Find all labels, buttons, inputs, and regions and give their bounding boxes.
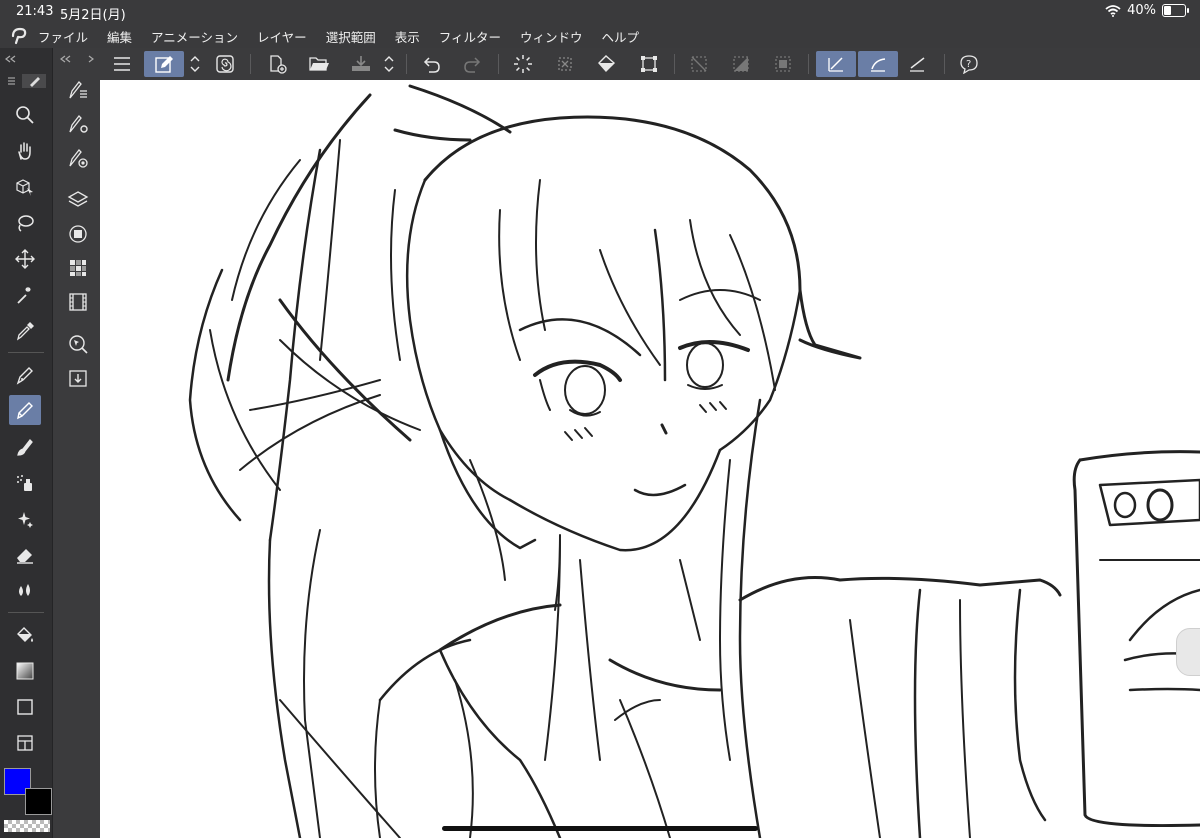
animation-cels-icon[interactable] xyxy=(63,288,93,316)
move-icon[interactable] xyxy=(9,244,41,274)
object-select-icon[interactable] xyxy=(9,172,41,202)
panel-expand-icon[interactable] xyxy=(59,54,95,64)
tool-property-icon[interactable] xyxy=(63,110,93,138)
material-icon[interactable] xyxy=(63,364,93,392)
app-logo-icon[interactable] xyxy=(0,24,38,48)
pencil-icon[interactable] xyxy=(9,395,41,425)
home-indicator xyxy=(442,826,758,831)
save-icon[interactable] xyxy=(346,51,376,77)
mode-stepper-icon[interactable] xyxy=(186,51,204,77)
toolbar-separator xyxy=(808,54,809,74)
redo-icon[interactable] xyxy=(458,51,488,77)
menu-edit[interactable]: 編集 xyxy=(107,27,132,46)
subtool-palette xyxy=(52,48,101,838)
wifi-icon xyxy=(1105,4,1121,17)
panel-collapse-icon[interactable] xyxy=(4,54,48,64)
help-icon[interactable]: ? xyxy=(954,51,984,77)
new-canvas-icon[interactable] xyxy=(262,51,292,77)
transform-icon[interactable] xyxy=(634,51,664,77)
menu-help[interactable]: ヘルプ xyxy=(602,27,640,46)
zoom-icon[interactable] xyxy=(9,100,41,130)
spiral-stabilizer-icon[interactable] xyxy=(210,51,240,77)
figure-icon[interactable] xyxy=(9,692,41,722)
snap-special-ruler-button[interactable] xyxy=(858,51,898,77)
status-date: 5月2日(月) xyxy=(60,8,126,23)
toolbar-separator xyxy=(674,54,675,74)
tool-tab-icon[interactable] xyxy=(6,74,46,88)
brush-size-icon[interactable] xyxy=(63,144,93,172)
menu-window[interactable]: ウィンドウ xyxy=(520,27,583,46)
menu-bar: ファイル 編集 アニメーション レイヤー 選択範囲 表示 フィルター ウィンドウ… xyxy=(0,24,1200,48)
airbrush-icon[interactable] xyxy=(9,468,41,498)
snap-grid-icon[interactable] xyxy=(902,51,932,77)
open-folder-icon[interactable] xyxy=(304,51,334,77)
menu-hamburger-icon[interactable] xyxy=(107,51,137,77)
blend-icon[interactable] xyxy=(9,576,41,606)
auto-select-icon[interactable] xyxy=(9,280,41,310)
battery-percent: 40% xyxy=(1127,3,1156,18)
tool-divider xyxy=(8,612,44,613)
menu-filter[interactable]: フィルター xyxy=(439,27,501,46)
toolbar-separator xyxy=(406,54,407,74)
fill-icon[interactable] xyxy=(9,620,41,650)
toolbar-separator xyxy=(250,54,251,74)
frame-icon[interactable] xyxy=(9,728,41,758)
command-bar: ? xyxy=(100,48,1200,80)
drawing-canvas[interactable] xyxy=(100,80,1200,838)
transparent-color-swatch[interactable] xyxy=(4,820,50,832)
eyedropper-icon[interactable] xyxy=(9,316,41,346)
tool-divider xyxy=(8,352,44,353)
brush-icon[interactable] xyxy=(9,432,41,462)
layer-property-icon[interactable] xyxy=(63,220,93,248)
edit-mode-button[interactable] xyxy=(144,51,184,77)
line-art-sketch xyxy=(188,84,1200,838)
layer-icon[interactable] xyxy=(63,186,93,214)
menu-file[interactable]: ファイル xyxy=(38,27,88,46)
snap-ruler-button[interactable] xyxy=(816,51,856,77)
selection-border-icon[interactable] xyxy=(768,51,798,77)
menu-view[interactable]: 表示 xyxy=(395,27,420,46)
gradient-icon[interactable] xyxy=(9,656,41,686)
toolbar-separator xyxy=(944,54,945,74)
pen-icon[interactable] xyxy=(9,360,41,390)
subtool-detail-icon[interactable] xyxy=(63,76,93,104)
fill-layer-icon[interactable] xyxy=(592,51,622,77)
lasso-select-icon[interactable] xyxy=(9,208,41,238)
decoration-icon[interactable] xyxy=(9,504,41,534)
menu-animation[interactable]: アニメーション xyxy=(151,27,238,46)
battery-icon xyxy=(1162,4,1189,17)
status-right: 40% xyxy=(1105,3,1189,18)
color-set-icon[interactable] xyxy=(63,254,93,282)
menu-layer[interactable]: レイヤー xyxy=(257,27,307,46)
hand-icon[interactable] xyxy=(9,136,41,166)
invert-selection-icon[interactable] xyxy=(726,51,756,77)
status-time: 21:43 xyxy=(16,4,54,19)
save-stepper-icon[interactable] xyxy=(380,51,398,77)
toolbar-separator xyxy=(498,54,499,74)
clear-layer-icon[interactable] xyxy=(508,51,538,77)
eraser-icon[interactable] xyxy=(9,540,41,570)
clear-outside-icon[interactable] xyxy=(550,51,580,77)
sub-color-swatch[interactable] xyxy=(25,788,52,815)
side-panel-handle[interactable] xyxy=(1176,628,1200,676)
undo-icon[interactable] xyxy=(416,51,446,77)
menu-selection[interactable]: 選択範囲 xyxy=(326,27,376,46)
svg-text:?: ? xyxy=(966,59,971,70)
status-bar: 21:43 5月2日(月) 40% xyxy=(0,0,1200,24)
tool-palette xyxy=(0,48,52,838)
deselect-icon[interactable] xyxy=(684,51,714,77)
navigator-icon[interactable] xyxy=(63,330,93,358)
